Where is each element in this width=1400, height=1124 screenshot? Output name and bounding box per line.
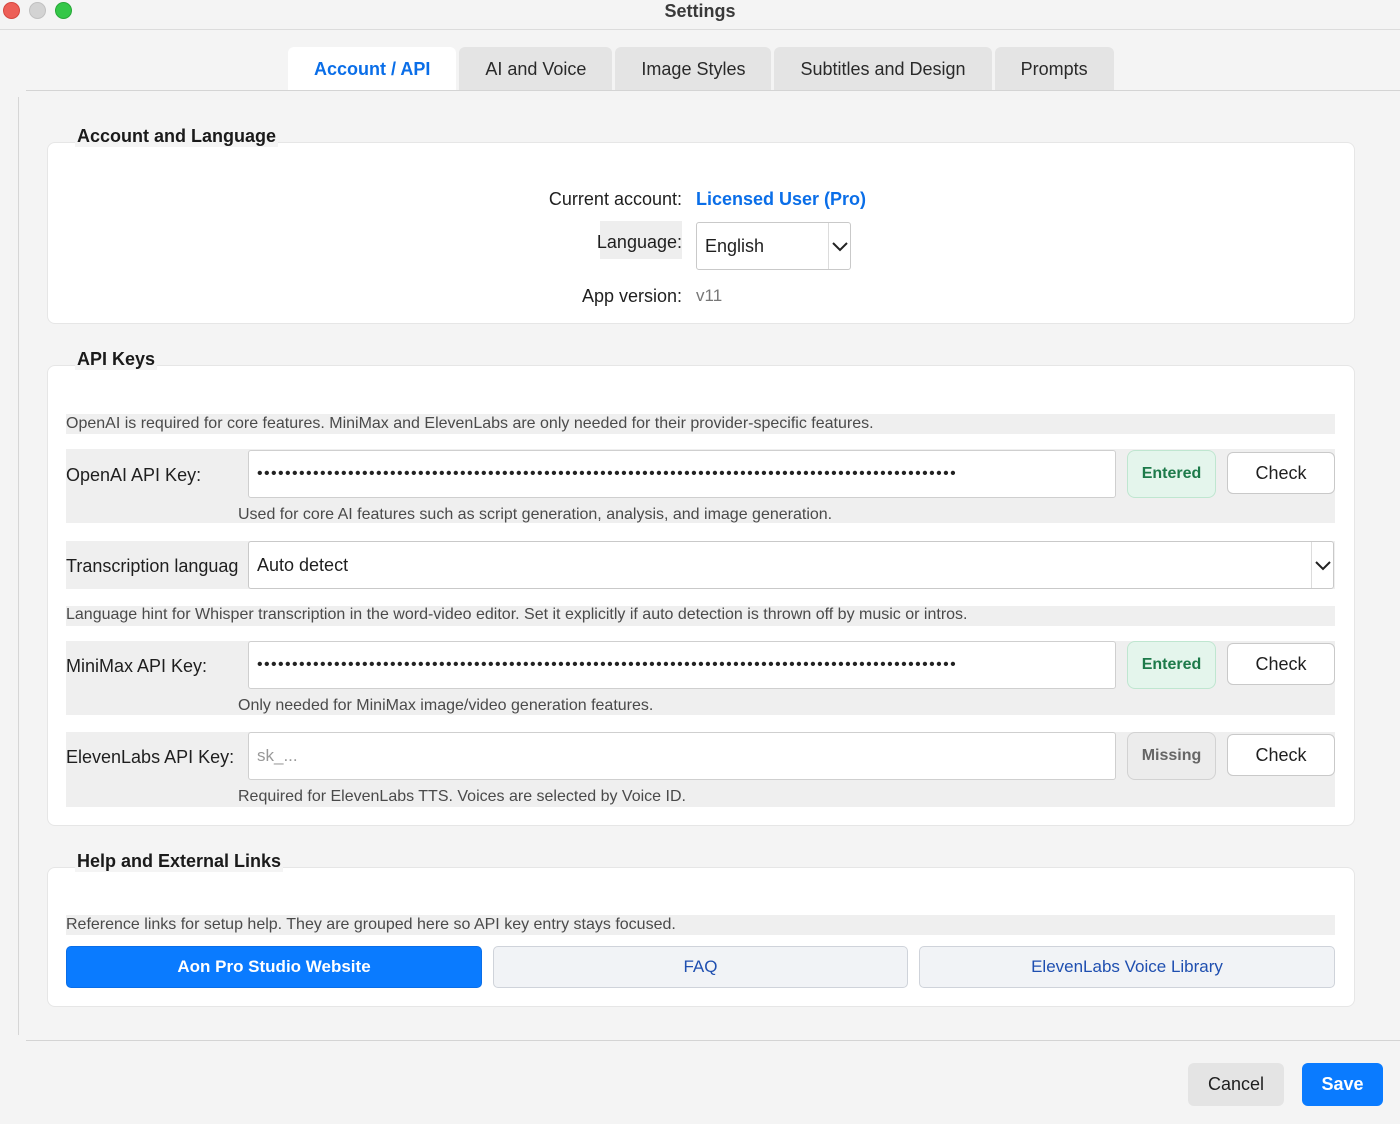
elevenlabs-status-badge: Missing (1127, 732, 1216, 780)
links-group-title: Help and External Links (75, 851, 284, 872)
openai-key-label: OpenAI API Key: (66, 465, 202, 485)
language-select-value: English (705, 235, 765, 256)
transcription-language-value: Auto detect (257, 554, 349, 575)
current-account-value[interactable]: Licensed User (Pro) (696, 189, 866, 210)
chevron-down-icon (1311, 542, 1333, 588)
tab-subtitles-and-design[interactable]: Subtitles and Design (774, 47, 992, 91)
settings-tabs: Account / API AI and Voice Image Styles … (288, 47, 1114, 91)
tab-divider (26, 90, 1400, 91)
app-version-label: App version: (581, 286, 682, 306)
language-label: Language: (596, 232, 682, 252)
app-version-value: v11 (696, 286, 723, 305)
language-select[interactable]: English (696, 222, 851, 270)
window-title: Settings (664, 1, 736, 21)
chevron-down-icon (828, 223, 850, 269)
website-link-button[interactable]: Aon Pro Studio Website (66, 946, 482, 988)
minimax-status-badge: Entered (1127, 641, 1216, 689)
openai-key-input[interactable]: ••••••••••••••••••••••••••••••••••••••••… (248, 450, 1116, 498)
elevenlabs-key-label: ElevenLabs API Key: (66, 747, 235, 767)
minimax-check-button[interactable]: Check (1227, 643, 1335, 685)
elevenlabs-help-text: Required for ElevenLabs TTS. Voices are … (238, 788, 686, 805)
voice-library-link-button[interactable]: ElevenLabs Voice Library (919, 946, 1335, 988)
elevenlabs-key-input[interactable]: sk_... (248, 732, 1116, 780)
elevenlabs-check-button[interactable]: Check (1227, 734, 1335, 776)
tab-ai-and-voice[interactable]: AI and Voice (459, 47, 613, 91)
minimax-help-text: Only needed for MiniMax image/video gene… (238, 697, 654, 714)
api-intro-text: OpenAI is required for core features. Mi… (66, 415, 874, 432)
api-keys-group-title: API Keys (75, 349, 158, 370)
openai-help-text: Used for core AI features such as script… (238, 506, 833, 523)
openai-status-badge: Entered (1127, 450, 1216, 498)
footer-divider (26, 1040, 1400, 1041)
tab-image-styles[interactable]: Image Styles (615, 47, 772, 91)
title-bar: Settings (0, 0, 1400, 30)
minimax-key-input[interactable]: ••••••••••••••••••••••••••••••••••••••••… (248, 641, 1116, 689)
links-intro-text: Reference links for setup help. They are… (66, 916, 676, 933)
openai-check-button[interactable]: Check (1227, 452, 1335, 494)
transcription-help-text: Language hint for Whisper transcription … (66, 606, 968, 623)
tab-account-api[interactable]: Account / API (288, 47, 457, 91)
save-button[interactable]: Save (1302, 1063, 1383, 1106)
transcription-language-select[interactable]: Auto detect (248, 541, 1334, 589)
transcription-language-label: Transcription language: (66, 556, 239, 576)
minimax-key-label: MiniMax API Key: (66, 656, 208, 676)
account-group-title: Account and Language (75, 126, 279, 147)
tab-prompts[interactable]: Prompts (994, 47, 1114, 91)
faq-link-button[interactable]: FAQ (493, 946, 908, 988)
current-account-label: Current account: (548, 189, 682, 209)
cancel-button[interactable]: Cancel (1188, 1063, 1284, 1106)
